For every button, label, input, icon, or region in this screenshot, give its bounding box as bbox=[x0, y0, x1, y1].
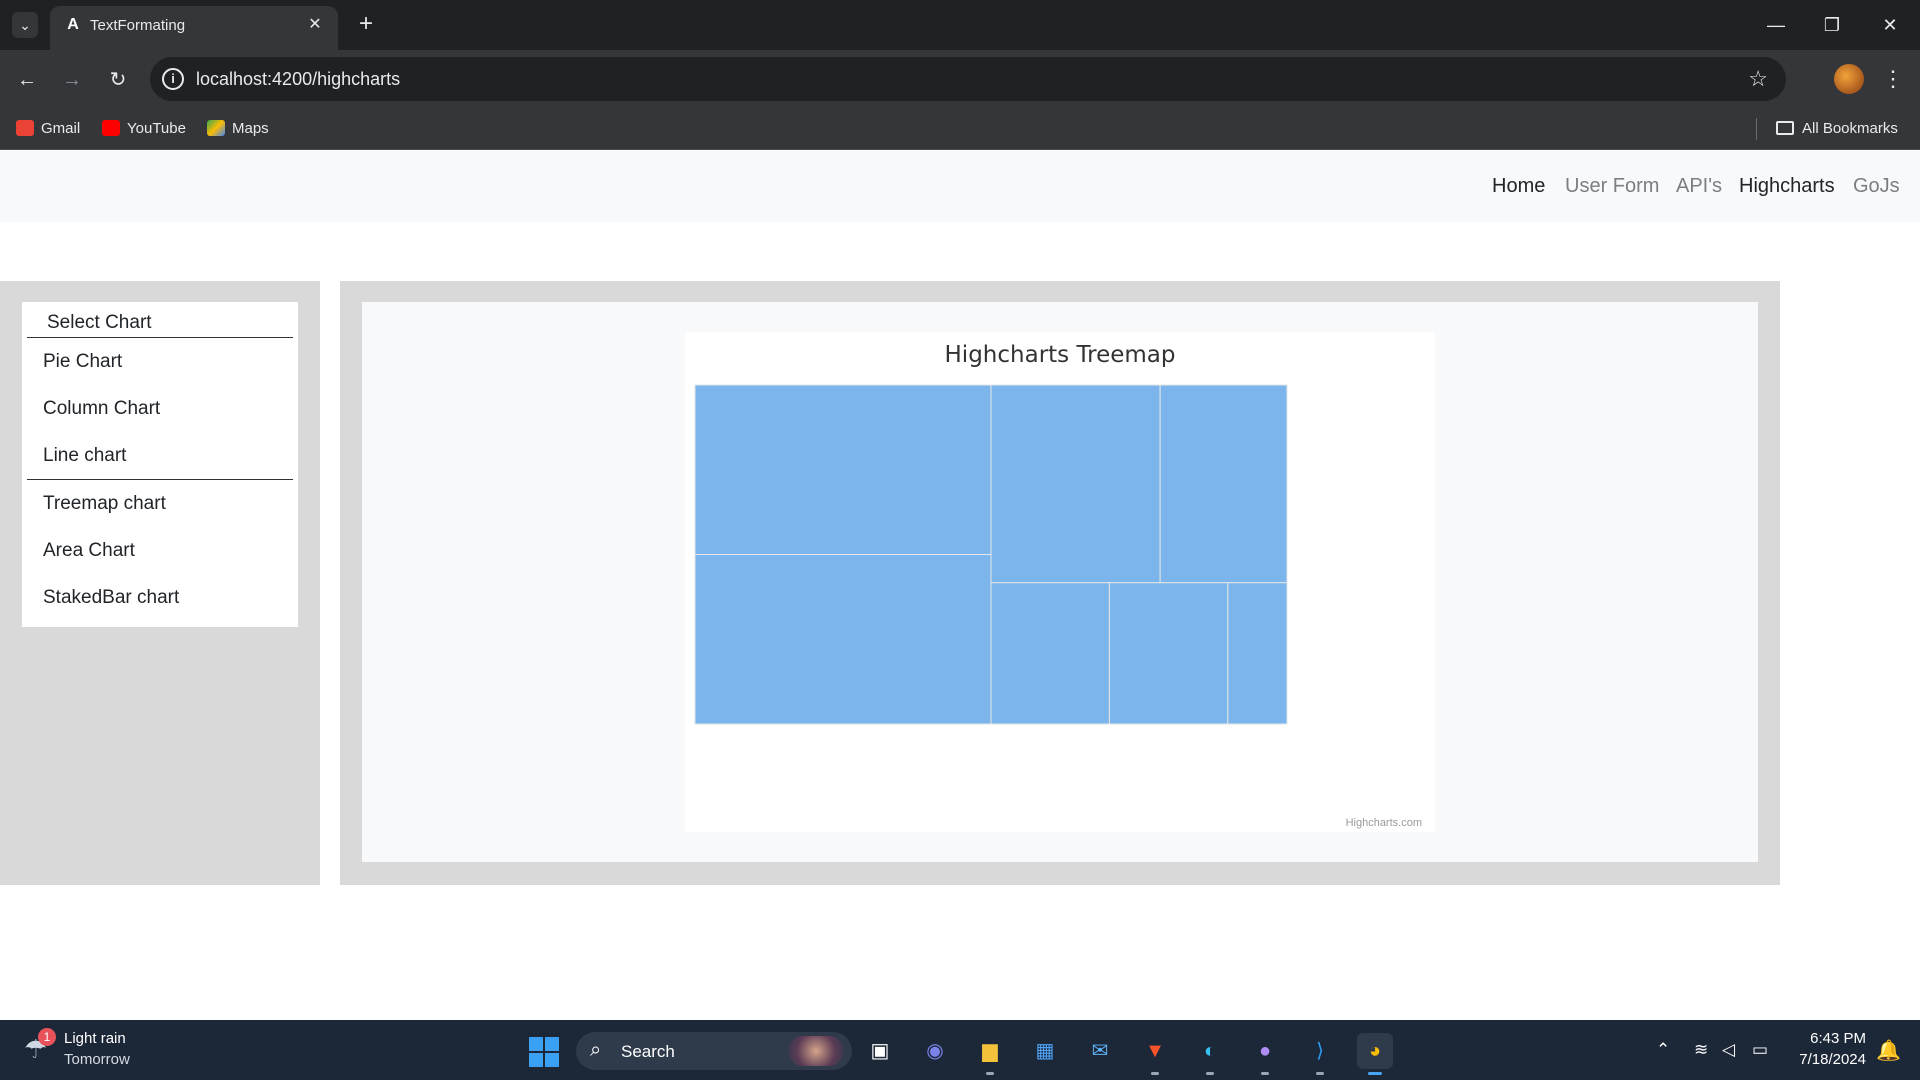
chrome-icon[interactable]: ◕ bbox=[1357, 1033, 1393, 1075]
site-info-icon[interactable]: i bbox=[162, 68, 184, 90]
treemap-cell-1[interactable] bbox=[694, 384, 992, 555]
restore-icon[interactable]: ❐ bbox=[1812, 10, 1852, 40]
chart-menu: Select Chart Pie Chart Column Chart Line… bbox=[22, 302, 298, 627]
nav-apis[interactable]: API's bbox=[1676, 175, 1722, 198]
url-text[interactable]: localhost:4200/highcharts bbox=[196, 69, 400, 90]
menu-item-area-chart[interactable]: Area Chart bbox=[43, 540, 135, 562]
search-highlight-image bbox=[788, 1036, 844, 1066]
volume-icon[interactable]: ◁ bbox=[1722, 1040, 1735, 1060]
vscode-icon[interactable]: ⟩ bbox=[1302, 1033, 1338, 1075]
forward-arrow-icon[interactable]: → bbox=[57, 65, 87, 95]
nav-user-form[interactable]: User Form bbox=[1565, 175, 1659, 198]
nav-highcharts[interactable]: Highcharts bbox=[1739, 175, 1835, 198]
all-bookmarks-label: All Bookmarks bbox=[1802, 120, 1898, 137]
treemap-plot bbox=[694, 384, 1288, 725]
bookmark-star-icon[interactable]: ☆ bbox=[1748, 66, 1768, 92]
back-arrow-icon[interactable]: ← bbox=[12, 65, 42, 95]
profile-avatar[interactable] bbox=[1834, 64, 1864, 94]
folder-icon bbox=[1776, 121, 1794, 135]
menu-item-pie-chart[interactable]: Pie Chart bbox=[43, 351, 122, 373]
page-content: Home User Form API's Highcharts GoJs Sel… bbox=[0, 151, 1920, 1020]
battery-icon[interactable]: ▭ bbox=[1752, 1040, 1768, 1060]
tab-search-dropdown-icon[interactable]: ⌄ bbox=[12, 12, 38, 38]
github-icon[interactable]: ● bbox=[1247, 1033, 1283, 1075]
angular-favicon-icon: A bbox=[67, 16, 79, 33]
wifi-icon[interactable]: ≋ bbox=[1694, 1040, 1708, 1060]
treemap-cell-6[interactable] bbox=[1108, 582, 1229, 725]
maps-icon bbox=[207, 120, 225, 136]
menu-item-line-chart[interactable]: Line chart bbox=[43, 445, 126, 467]
brave-icon[interactable]: ▼ bbox=[1137, 1033, 1173, 1075]
tab-title: TextFormating bbox=[90, 17, 186, 34]
address-bar[interactable]: i localhost:4200/highcharts ☆ bbox=[150, 57, 1786, 101]
menu-header: Select Chart bbox=[47, 312, 152, 333]
bookmark-maps[interactable]: Maps bbox=[207, 118, 269, 140]
treemap-cell-5[interactable] bbox=[990, 582, 1110, 725]
meet-icon[interactable]: ◉ bbox=[917, 1033, 953, 1069]
weather-condition[interactable]: Light rain bbox=[64, 1030, 126, 1047]
chart-title: Highcharts Treemap bbox=[944, 342, 1176, 368]
weather-badge: 1 bbox=[38, 1028, 56, 1046]
gmail-icon bbox=[16, 120, 34, 136]
menu-item-column-chart[interactable]: Column Chart bbox=[43, 398, 160, 420]
browser-tab-active[interactable]: A TextFormating ✕ bbox=[50, 6, 338, 50]
reload-icon[interactable]: ↻ bbox=[103, 65, 133, 95]
window-close-icon[interactable]: ✕ bbox=[1870, 10, 1910, 40]
menu-item-treemap-chart[interactable]: Treemap chart bbox=[43, 493, 166, 515]
minimize-icon[interactable]: — bbox=[1756, 10, 1796, 40]
task-view-icon[interactable]: ▣ bbox=[862, 1033, 898, 1069]
browser-toolbar: ← → ↻ i localhost:4200/highcharts ☆ ⋮ bbox=[0, 50, 1920, 108]
treemap-cell-2[interactable] bbox=[694, 554, 992, 725]
search-placeholder: Search bbox=[621, 1042, 675, 1061]
tab-strip: ⌄ A TextFormating ✕ + — ❐ ✕ bbox=[0, 0, 1920, 50]
bookmark-youtube[interactable]: YouTube bbox=[102, 118, 186, 140]
clock-date[interactable]: 7/18/2024 bbox=[1799, 1051, 1866, 1068]
treemap-cell-4[interactable] bbox=[1159, 384, 1288, 584]
notification-bell-icon[interactable]: 🔔 bbox=[1876, 1038, 1901, 1063]
mail-icon[interactable]: ✉ bbox=[1082, 1033, 1118, 1069]
bookmarks-bar: Gmail YouTube Maps All Bookmarks bbox=[0, 108, 1920, 150]
bookmark-gmail[interactable]: Gmail bbox=[16, 118, 80, 140]
search-icon: ⌕ bbox=[590, 1039, 602, 1061]
windows-start-icon[interactable] bbox=[529, 1037, 559, 1067]
app-navbar: Home User Form API's Highcharts GoJs bbox=[0, 151, 1920, 222]
treemap-cell-3[interactable] bbox=[990, 384, 1161, 584]
show-hidden-icons-chevron-icon[interactable]: ⌃ bbox=[1656, 1040, 1670, 1060]
nav-home[interactable]: Home bbox=[1492, 175, 1545, 198]
edge-icon[interactable]: ◐ bbox=[1192, 1033, 1228, 1075]
youtube-icon bbox=[102, 120, 120, 136]
bookmark-label: Gmail bbox=[41, 120, 81, 137]
taskbar-search[interactable]: ⌕ Search bbox=[576, 1032, 852, 1070]
chart-selector-panel: Select Chart Pie Chart Column Chart Line… bbox=[0, 281, 320, 885]
highcharts-credits-link[interactable]: Highcharts.com bbox=[1346, 817, 1422, 829]
tab-close-icon[interactable]: ✕ bbox=[304, 14, 326, 36]
bookmarks-separator bbox=[1756, 118, 1757, 140]
all-bookmarks-button[interactable]: All Bookmarks bbox=[1776, 118, 1898, 140]
treemap-chart: Highcharts Treemap Highcharts.com bbox=[685, 332, 1435, 832]
browser-menu-icon[interactable]: ⋮ bbox=[1880, 64, 1906, 94]
bookmark-label: Maps bbox=[232, 120, 269, 137]
store-icon[interactable]: ▦ bbox=[1027, 1033, 1063, 1069]
file-explorer-icon[interactable]: ▆ bbox=[972, 1033, 1008, 1075]
menu-item-stakedbar-chart[interactable]: StakedBar chart bbox=[43, 587, 179, 609]
clock-time[interactable]: 6:43 PM bbox=[1810, 1030, 1866, 1047]
nav-gojs[interactable]: GoJs bbox=[1853, 175, 1900, 198]
windows-taskbar: ☂ 1 Light rain Tomorrow ⌕ Search ▣ ◉ ▆ ▦… bbox=[0, 1020, 1920, 1080]
new-tab-plus-icon[interactable]: + bbox=[352, 10, 380, 38]
weather-when[interactable]: Tomorrow bbox=[64, 1051, 130, 1068]
treemap-cell-7[interactable] bbox=[1227, 582, 1288, 725]
bookmark-label: YouTube bbox=[127, 120, 186, 137]
menu-divider bbox=[27, 337, 293, 338]
menu-divider bbox=[27, 479, 293, 480]
chart-container: Highcharts Treemap Highcharts.com bbox=[362, 302, 1758, 862]
chart-display-panel: Highcharts Treemap Highcharts.com bbox=[340, 281, 1780, 885]
